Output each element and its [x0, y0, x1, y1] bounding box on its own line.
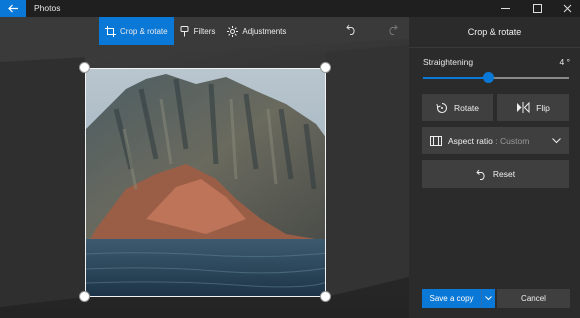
edit-toolbar: Crop & rotate Filters Adjustments — [99, 17, 292, 45]
rotate-label: Rotate — [453, 102, 480, 113]
chevron-down-icon — [552, 138, 561, 144]
tab-filters-label: Filters — [193, 26, 216, 36]
crop-icon — [105, 25, 116, 37]
flip-icon — [517, 102, 530, 113]
straightening-label: Straightening — [423, 57, 474, 67]
rotate-button[interactable]: Rotate — [422, 94, 493, 121]
tab-filters[interactable]: Filters — [174, 17, 222, 45]
app-title: Photos — [34, 3, 61, 13]
undo-icon — [345, 24, 355, 35]
photo-crop-area[interactable] — [85, 68, 326, 297]
tab-adjustments-label: Adjustments — [242, 26, 287, 36]
redo-icon — [388, 24, 398, 35]
aspect-ratio-dropdown[interactable]: Aspect ratio : Custom — [422, 127, 569, 154]
straightening-slider-thumb[interactable] — [483, 72, 495, 83]
filters-icon — [180, 25, 189, 36]
close-icon — [563, 4, 571, 13]
crop-rotate-panel: Crop & rotate Straightening 4 ° Rotate F… — [409, 17, 580, 318]
undo-button[interactable] — [342, 20, 360, 38]
cancel-label: Cancel — [521, 294, 546, 303]
crop-handle-bottom-left[interactable] — [79, 291, 90, 302]
rotate-icon — [436, 102, 447, 113]
maximize-icon — [532, 4, 542, 13]
save-a-copy-button[interactable]: Save a copy — [422, 289, 481, 308]
reset-label: Reset — [492, 169, 516, 179]
tab-crop-rotate[interactable]: Crop & rotate — [99, 17, 174, 45]
tab-crop-rotate-label: Crop & rotate — [120, 26, 168, 36]
save-a-copy-label: Save a copy — [429, 294, 474, 303]
aspect-ratio-value: : Custom — [495, 135, 530, 146]
save-options-button[interactable] — [481, 289, 495, 308]
reset-button[interactable]: Reset — [422, 160, 569, 188]
chevron-down-icon — [485, 296, 492, 301]
adjustments-icon — [227, 25, 239, 37]
flip-label: Flip — [536, 102, 550, 113]
title-bar: Photos — [0, 0, 580, 17]
maximize-button[interactable] — [522, 0, 552, 17]
landscape-photo — [86, 69, 325, 296]
panel-title: Crop & rotate — [467, 27, 522, 37]
straightening-track-filled[interactable] — [423, 77, 489, 79]
divider — [409, 47, 580, 48]
flip-button[interactable]: Flip — [497, 94, 569, 121]
tab-adjustments[interactable]: Adjustments — [221, 17, 292, 45]
minimize-icon — [500, 8, 510, 9]
crop-handle-top-right[interactable] — [320, 62, 331, 73]
crop-handle-top-left[interactable] — [79, 62, 90, 73]
redo-button[interactable] — [383, 20, 401, 38]
cancel-button[interactable]: Cancel — [497, 289, 570, 308]
close-button[interactable] — [552, 0, 580, 17]
straightening-track[interactable] — [488, 77, 569, 79]
back-arrow-icon — [7, 4, 18, 13]
minimize-button[interactable] — [490, 0, 520, 17]
aspect-ratio-label: Aspect ratio — [448, 135, 493, 146]
crop-handle-bottom-right[interactable] — [320, 291, 331, 302]
aspect-ratio-icon — [430, 135, 442, 146]
back-button[interactable] — [0, 0, 26, 17]
reset-icon — [476, 169, 485, 180]
straightening-value: 4 ° — [559, 57, 571, 67]
